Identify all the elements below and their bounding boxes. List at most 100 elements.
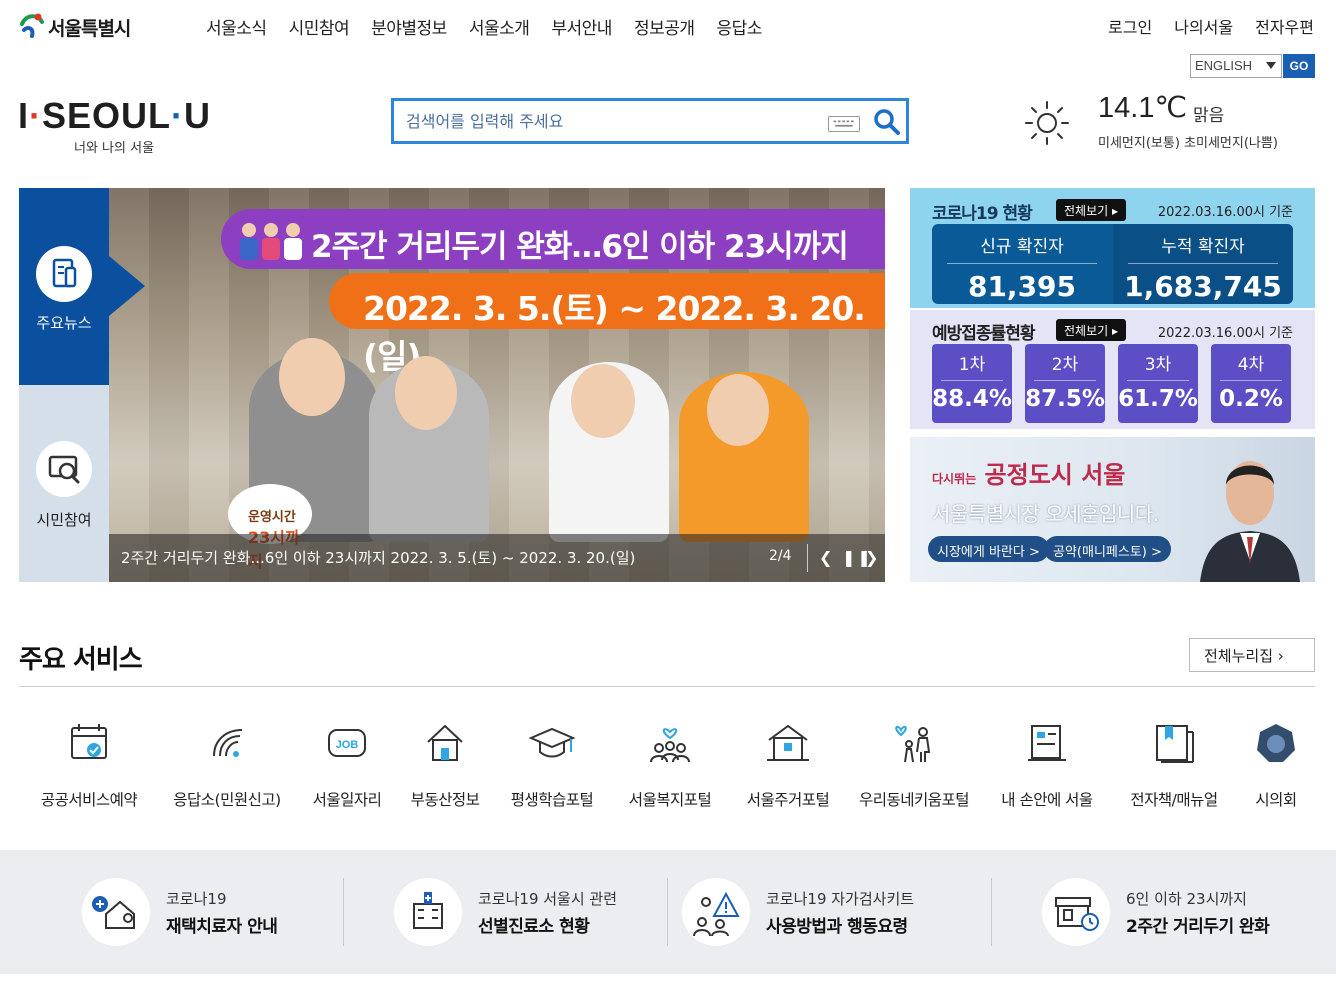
quick-link-distancing[interactable]: 6인 이하 23시까지 2주간 거리두기 완화 [1042, 878, 1302, 946]
person-head [571, 364, 635, 438]
active-tab-arrow [109, 256, 145, 316]
dose-label: 2차 [1051, 355, 1079, 375]
gnb-item-news[interactable]: 서울소식 [206, 14, 267, 39]
my-seoul-link[interactable]: 나의서울 [1174, 14, 1233, 38]
service-item-reservation[interactable]: 공공서비스예약 [34, 718, 144, 810]
tab-civic-participation[interactable]: 시민참여 [19, 385, 109, 582]
banner-dates-ribbon: 2022. 3. 5.(토) ~ 2022. 3. 20.(일) [329, 273, 885, 376]
divider [1127, 380, 1189, 381]
services-title: 주요 서비스 [19, 645, 143, 675]
main-banner-slide[interactable]: 2주간 거리두기 완화…6인 이하 23시까지 2022. 3. 5.(토) ~… [109, 188, 885, 582]
divider [941, 380, 1003, 381]
new-cases-value: 81,395 [967, 270, 1077, 303]
family-icon [895, 725, 931, 763]
gnb-item-departments[interactable]: 부서안내 [551, 14, 612, 39]
search-icon[interactable] [872, 107, 902, 137]
service-item-welfare[interactable]: 서울복지포털 [622, 718, 718, 810]
gnb-item-participation[interactable]: 시민참여 [289, 14, 350, 39]
slide-counter: 2/4 [769, 548, 792, 564]
gnb-item-disclosure[interactable]: 정보공개 [634, 14, 695, 39]
slogan-u: U [184, 95, 212, 136]
service-item-realestate[interactable]: 부동산정보 [404, 718, 486, 810]
chevron-left-icon[interactable]: ❮ [819, 548, 832, 567]
store-clock-icon [1042, 878, 1110, 946]
service-label: 내 손안에 서울 [1001, 791, 1093, 809]
tab-main-news-label: 주요뉴스 [36, 314, 92, 332]
chevron-right-icon: › [1277, 647, 1284, 665]
quick-link-screening-clinic[interactable]: 코로나19 서울시 관련 선별진료소 현황 [394, 878, 654, 946]
chevron-right-icon[interactable]: ❯ [865, 548, 878, 567]
signal-icon [213, 729, 243, 757]
slogan-dot-blue: · [171, 95, 185, 136]
language-select[interactable]: ENGLISH [1190, 54, 1282, 78]
language-go-button[interactable]: GO [1283, 54, 1315, 78]
service-item-kidcare[interactable]: 우리동네키움포털 [850, 718, 978, 810]
mobile-board-icon [1028, 725, 1066, 761]
service-label: 서울주거포털 [746, 791, 830, 809]
service-label: 서울복지포털 [628, 791, 712, 809]
council-emblem-icon [1257, 724, 1295, 762]
seoul-logo-icon[interactable] [18, 10, 46, 38]
ask-mayor-button[interactable]: 시장에게 바란다 > [928, 536, 1049, 562]
total-cases: 누적 확진자 1,683,745 [1113, 224, 1293, 304]
banner-headline-ribbon: 2주간 거리두기 완화…6인 이하 23시까지 [221, 209, 885, 269]
graduation-cap-icon [528, 727, 576, 758]
i-seoul-u-logo[interactable]: I·SEOUL·U [18, 95, 211, 137]
quick-bottom: 선별진료소 현황 [478, 917, 590, 937]
quick-text: 6인 이하 23시까지 2주간 거리두기 완화 [1126, 888, 1270, 937]
service-label: 우리동네키움포털 [858, 791, 970, 809]
news-icon [36, 246, 92, 302]
quick-divider [667, 878, 668, 946]
weather-condition: 맑음 [1193, 106, 1225, 126]
book-icon [1156, 725, 1194, 763]
service-item-ebook[interactable]: 전자책/매뉴얼 [1122, 718, 1226, 810]
search-input[interactable] [406, 109, 806, 133]
dose-value: 0.2% [1219, 386, 1283, 412]
covid-view-all-button[interactable]: 전체보기 ▸ [1056, 199, 1127, 221]
service-item-council[interactable]: 시의회 [1246, 718, 1306, 810]
divider [1034, 380, 1096, 381]
covid-view-all-label: 전체보기 [1064, 204, 1109, 218]
temperature: 14.1℃ [1098, 92, 1188, 124]
job-icon: JOB [328, 729, 366, 757]
mayor-slogan: 다시뛰는 공정도시 서울 [932, 455, 1125, 490]
dose-label: 4차 [1237, 355, 1265, 375]
caption-divider [807, 544, 808, 572]
gnb-item-info[interactable]: 분야별정보 [371, 14, 447, 39]
dose-value: 88.4% [932, 386, 1012, 412]
search-box [391, 98, 909, 144]
warning-people-icon [682, 878, 750, 946]
gnb-item-eungdapso[interactable]: 응답소 [717, 14, 763, 39]
service-item-learning[interactable]: 평생학습포털 [504, 718, 600, 810]
manifesto-button[interactable]: 공약(매니페스토) > [1044, 536, 1171, 562]
banner-caption[interactable]: 2주간 거리두기 완화...6인 이하 23시까지 2022. 3. 5.(토)… [121, 547, 635, 568]
service-item-eungdapso[interactable]: 응답소(민원신고) [166, 718, 288, 810]
quick-text: 코로나19 서울시 관련 선별진료소 현황 [478, 888, 617, 937]
quick-link-home-treatment[interactable]: 코로나19 재택치료자 안내 [82, 878, 322, 946]
calendar-check-icon [71, 724, 107, 759]
site-name[interactable]: 서울특별시 [48, 14, 131, 41]
email-link[interactable]: 전자우편 [1255, 14, 1314, 38]
badge-top: 운영시간 [248, 510, 296, 525]
quick-top: 코로나19 자가검사키트 [766, 890, 915, 908]
vaccine-view-all-button[interactable]: 전체보기 ▸ [1056, 319, 1127, 341]
all-sites-label: 전체누리집 [1204, 647, 1274, 665]
total-cases-value: 1,683,745 [1124, 270, 1282, 303]
community-icon [650, 728, 690, 763]
quick-link-self-test-kit[interactable]: 코로나19 자가검사키트 사용방법과 행동요령 [682, 878, 972, 946]
service-item-housing[interactable]: 서울주거포털 [740, 718, 836, 810]
service-item-jobs[interactable]: JOB 서울일자리 [306, 718, 388, 810]
banner-headline: 2주간 거리두기 완화…6인 이하 23시까지 [311, 229, 849, 265]
gnb-item-about[interactable]: 서울소개 [469, 14, 530, 39]
vaccine-date: 2022.03.16.00시 기준 [1157, 326, 1293, 341]
all-sites-button[interactable]: 전체누리집 › [1189, 638, 1315, 672]
vaccination-panel: 예방접종률현황 전체보기 ▸ 2022.03.16.00시 기준 1차 88.4… [910, 310, 1315, 429]
keyboard-icon[interactable] [828, 116, 860, 132]
mayor-banner[interactable]: 다시뛰는 공정도시 서울 서울특별시장 오세훈입니다. 시장에게 바란다 > 공… [910, 437, 1315, 582]
slogan-i: I [18, 95, 30, 136]
login-link[interactable]: 로그인 [1108, 14, 1152, 38]
covid-date: 2022.03.16.00시 기준 [1157, 205, 1293, 220]
tab-main-news[interactable]: 주요뉴스 [19, 188, 109, 385]
service-item-mobile-seoul[interactable]: 내 손안에 서울 [994, 718, 1100, 810]
workers-icon [240, 223, 302, 260]
